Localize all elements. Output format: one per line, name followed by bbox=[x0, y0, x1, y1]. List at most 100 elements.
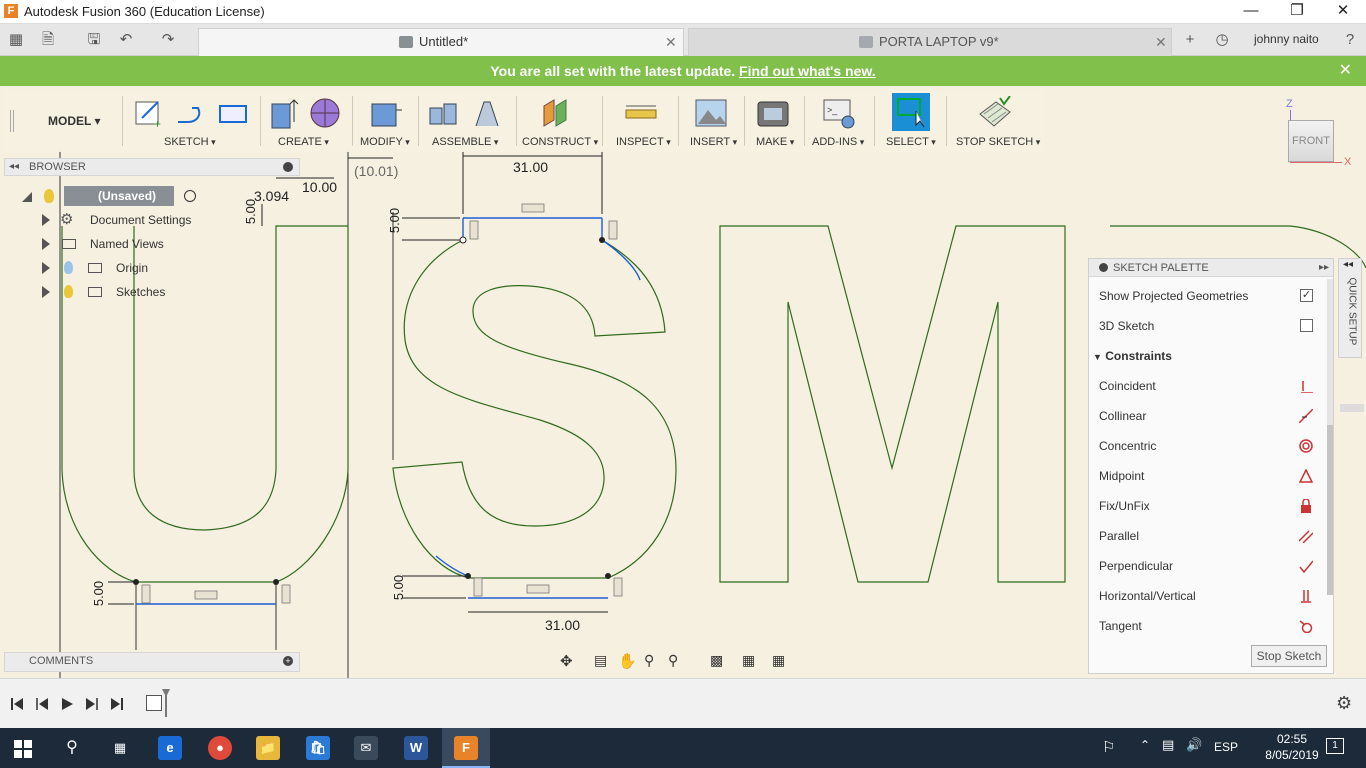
orbit-icon[interactable]: ✥ bbox=[560, 652, 573, 670]
palette-header[interactable]: SKETCH PALETTE ▸▸ bbox=[1089, 259, 1333, 277]
clock-time[interactable]: 02:55 bbox=[1262, 732, 1322, 746]
timeline-settings-gear-icon[interactable]: ⚙ bbox=[1336, 693, 1352, 714]
3d-print-icon[interactable] bbox=[756, 96, 790, 130]
letter-s-outline[interactable] bbox=[392, 239, 677, 579]
modify-menu[interactable]: MODIFY bbox=[360, 136, 410, 148]
form-icon[interactable] bbox=[308, 96, 342, 130]
insert-menu[interactable]: INSERT bbox=[690, 136, 737, 148]
browser-root[interactable]: (Unsaved) bbox=[22, 186, 202, 206]
browser-item-document-settings[interactable]: ⚙ Document Settings bbox=[38, 210, 238, 230]
dimension-s-bottom-height[interactable]: 5.00 bbox=[391, 575, 406, 600]
file-explorer-icon[interactable]: 📁 bbox=[256, 736, 280, 760]
scripts-addins-icon[interactable]: >_ bbox=[822, 96, 856, 130]
offset-plane-icon[interactable] bbox=[540, 96, 574, 130]
stop-sketch-button[interactable]: Stop Sketch bbox=[1251, 645, 1327, 667]
search-icon[interactable]: ⚲ bbox=[60, 736, 84, 760]
collapse-panel-icon[interactable]: ◂◂ bbox=[9, 159, 19, 175]
fit-icon[interactable]: ⚲ bbox=[668, 652, 678, 669]
insert-canvas-icon[interactable] bbox=[694, 96, 728, 130]
new-component-icon[interactable] bbox=[426, 96, 460, 130]
select-tool-icon[interactable] bbox=[892, 93, 930, 131]
addins-menu[interactable]: ADD-INS bbox=[812, 136, 864, 148]
help-icon[interactable]: ? bbox=[1340, 30, 1360, 50]
tab-porta-laptop[interactable]: PORTA LAPTOP v9* ✕ bbox=[688, 28, 1172, 56]
constraint-fix-unfix[interactable]: Fix/UnFix bbox=[1099, 491, 1325, 521]
go-to-end-icon[interactable] bbox=[110, 697, 124, 711]
toolbar-grip-icon[interactable] bbox=[10, 110, 14, 132]
add-comment-icon[interactable]: + bbox=[283, 656, 293, 666]
expand-triangle-icon[interactable] bbox=[42, 262, 50, 274]
3d-sketch-checkbox[interactable] bbox=[1300, 319, 1313, 332]
step-forward-icon[interactable] bbox=[84, 697, 98, 711]
dimension-top-width[interactable]: 31.00 bbox=[513, 159, 548, 175]
extrude-icon[interactable] bbox=[268, 96, 302, 130]
user-name[interactable]: johnny naito bbox=[1254, 32, 1319, 46]
tab-untitled[interactable]: Untitled* ✕ bbox=[198, 28, 684, 56]
constraint-coincident[interactable]: Coincident bbox=[1099, 371, 1325, 401]
expand-panel-icon[interactable]: ▸▸ bbox=[1319, 259, 1329, 277]
quick-setup-tab[interactable]: ◂◂ QUICK SETUP bbox=[1338, 258, 1362, 358]
network-icon[interactable]: ▤ bbox=[1162, 737, 1174, 753]
dimension-bottom-width[interactable]: 31.00 bbox=[545, 617, 580, 633]
viewports-icon[interactable]: ▦ bbox=[772, 652, 785, 669]
viewcube[interactable]: FRONT bbox=[1288, 120, 1334, 162]
timeline-sketch-feature-icon[interactable] bbox=[146, 695, 162, 711]
file-menu-icon[interactable]: 🗎 bbox=[38, 30, 58, 50]
data-panel-grid-icon[interactable]: ▦ bbox=[6, 30, 26, 50]
close-tab-icon[interactable]: ✕ bbox=[665, 29, 677, 55]
stop-sketch-icon[interactable] bbox=[978, 95, 1012, 130]
display-settings-icon[interactable]: ▩ bbox=[710, 652, 723, 669]
browser-options-icon[interactable] bbox=[283, 162, 293, 172]
browser-item-origin[interactable]: Origin bbox=[38, 258, 238, 278]
look-at-icon[interactable]: ▤ bbox=[594, 652, 607, 669]
comments-panel[interactable]: COMMENTS + bbox=[4, 652, 300, 672]
whats-new-link[interactable]: Find out what's new. bbox=[739, 63, 876, 79]
palette-scrollbar[interactable] bbox=[1327, 279, 1333, 595]
lightbulb-icon[interactable] bbox=[44, 189, 54, 203]
rectangle-icon[interactable] bbox=[216, 96, 250, 130]
volume-icon[interactable]: 🔊 bbox=[1186, 737, 1202, 753]
clock-date[interactable]: 8/05/2019 bbox=[1256, 748, 1328, 762]
go-to-start-icon[interactable] bbox=[10, 697, 24, 711]
constraint-parallel[interactable]: Parallel bbox=[1099, 521, 1325, 551]
measure-icon[interactable] bbox=[624, 96, 658, 130]
lightbulb-icon[interactable] bbox=[64, 285, 73, 298]
lightbulb-icon[interactable] bbox=[64, 261, 73, 274]
constraint-concentric[interactable]: Concentric bbox=[1099, 431, 1325, 461]
show-hidden-icons[interactable]: ⌃ bbox=[1140, 738, 1150, 752]
chrome-icon[interactable]: ● bbox=[208, 736, 232, 760]
job-status-clock-icon[interactable]: ◷ bbox=[1212, 30, 1232, 50]
zoom-icon[interactable]: ⚲ bbox=[644, 652, 654, 669]
store-icon[interactable]: 🛍 bbox=[306, 736, 330, 760]
stop-sketch-menu[interactable]: STOP SKETCH bbox=[956, 136, 1040, 148]
activate-radio-icon[interactable] bbox=[184, 190, 196, 202]
select-menu[interactable]: SELECT bbox=[886, 136, 936, 148]
make-menu[interactable]: MAKE bbox=[756, 136, 794, 148]
palette-options-icon[interactable] bbox=[1099, 263, 1108, 272]
word-icon[interactable]: W bbox=[404, 736, 428, 760]
timeline-marker-line[interactable] bbox=[165, 695, 167, 717]
expand-triangle-icon[interactable] bbox=[22, 192, 32, 202]
create-menu[interactable]: CREATE bbox=[278, 136, 329, 148]
collapse-triangle-icon[interactable]: ▼ bbox=[1093, 352, 1102, 362]
people-icon[interactable]: ⚐ bbox=[1102, 738, 1115, 756]
collapse-panel-icon[interactable]: ◂◂ bbox=[1343, 259, 1353, 270]
redo-icon[interactable]: ↷ bbox=[158, 30, 178, 50]
mail-icon[interactable]: ✉ bbox=[354, 736, 378, 760]
fusion-taskbar-button[interactable]: F bbox=[442, 728, 490, 768]
show-projected-checkbox[interactable]: ✓ bbox=[1300, 289, 1313, 302]
dimension-s-top-height[interactable]: 5.00 bbox=[387, 208, 402, 233]
task-view-icon[interactable]: ▦ bbox=[108, 736, 132, 760]
side-scroll-handle[interactable] bbox=[1340, 404, 1364, 412]
pan-hand-icon[interactable]: ✋ bbox=[618, 652, 637, 670]
save-icon[interactable]: 🖫 bbox=[84, 30, 104, 50]
play-icon[interactable] bbox=[60, 697, 74, 711]
notifications-icon[interactable]: 1 bbox=[1326, 738, 1344, 754]
new-tab-plus-icon[interactable]: + bbox=[1180, 30, 1200, 50]
constraint-collinear[interactable]: Collinear bbox=[1099, 401, 1325, 431]
windows-start-icon[interactable] bbox=[14, 740, 32, 758]
browser-item-sketches[interactable]: Sketches bbox=[38, 282, 238, 302]
create-sketch-icon[interactable]: + bbox=[132, 96, 166, 131]
maximize-button[interactable]: ❐ bbox=[1274, 0, 1320, 24]
constraint-midpoint[interactable]: Midpoint bbox=[1099, 461, 1325, 491]
